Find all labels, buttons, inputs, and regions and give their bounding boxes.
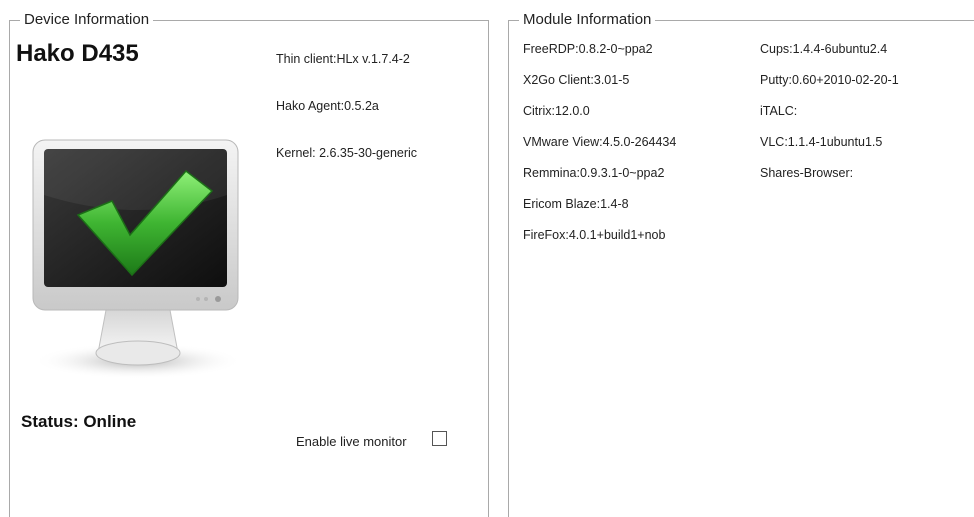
live-monitor-checkbox[interactable] — [432, 431, 447, 446]
device-status: Status: Online — [21, 412, 137, 431]
module-item: FreeRDP:0.8.2-0~ppa2 — [523, 42, 653, 56]
module-item: Citrix:12.0.0 — [523, 104, 590, 118]
device-information-legend: Device Information — [20, 11, 154, 29]
module-item: Remmina:0.9.3.1-0~ppa2 — [523, 166, 665, 180]
module-item: Shares-Browser: — [760, 166, 854, 180]
module-item: VMware View:4.5.0-264434 — [523, 135, 677, 149]
thin-client-version: Thin client:HLx v.1.7.4-2 — [276, 52, 410, 66]
module-item: VLC:1.1.4-1ubuntu1.5 — [760, 135, 883, 149]
kernel-version: Kernel: 2.6.35-30-generic — [276, 146, 418, 160]
agent-version: Hako Agent:0.5.2a — [276, 99, 379, 113]
module-item: X2Go Client:3.01-5 — [523, 73, 630, 87]
module-item: Cups:1.4.4-6ubuntu2.4 — [760, 42, 888, 56]
module-item: Putty:0.60+2010-02-20-1 — [760, 73, 899, 87]
live-monitor-label: Enable live monitor — [296, 434, 407, 449]
device-name: Hako D435 — [16, 40, 139, 67]
module-item: FireFox:4.0.1+build1+nob — [523, 228, 666, 242]
module-item: Ericom Blaze:1.4-8 — [523, 197, 629, 211]
module-item: iTALC: — [760, 104, 798, 118]
module-information-legend: Module Information — [519, 11, 656, 29]
module-information-group: Module Information — [508, 11, 974, 517]
monitor-checkmark-icon — [28, 135, 248, 390]
